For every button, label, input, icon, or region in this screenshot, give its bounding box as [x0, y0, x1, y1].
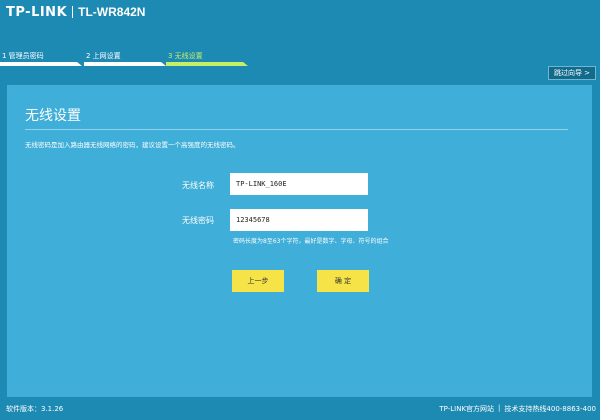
footer-separator: |: [498, 404, 501, 412]
step-internet-settings: 2 上网设置: [84, 50, 166, 68]
official-site-link[interactable]: TP-LINK官方网站: [439, 404, 494, 414]
step-progress-bar: [0, 62, 82, 66]
ssid-label: 无线名称: [182, 181, 214, 190]
step-label: 1 管理员密码: [2, 52, 44, 60]
skip-wizard-button[interactable]: 跳过向导 >: [548, 66, 596, 80]
step-label: 3 无线设置: [168, 52, 203, 60]
tp-link-logo: TP-LINK: [6, 4, 68, 20]
prev-step-button[interactable]: 上一步: [232, 270, 284, 292]
step-label: 2 上网设置: [86, 52, 121, 60]
title-divider: [25, 129, 568, 130]
panel-description: 无线密码是加入路由器无线网络的密码，建议设置一个高强度的无线密码。: [25, 141, 240, 149]
step-progress-bar: [166, 62, 248, 66]
step-admin-password: 1 管理员密码: [0, 50, 82, 68]
support-hotline: 技术支持热线400-8863-400: [504, 405, 596, 413]
ssid-input[interactable]: [230, 173, 368, 195]
password-input[interactable]: [230, 209, 368, 231]
header-separator: [72, 6, 74, 18]
footer-links: TP-LINK官方网站 | 技术支持热线400-8863-400: [439, 404, 596, 414]
footer: 软件版本：3.1.26 TP-LINK官方网站 | 技术支持热线400-8863…: [0, 404, 600, 418]
header: TP-LINK TL-WR842N: [0, 0, 600, 24]
password-label: 无线密码: [182, 216, 214, 225]
model-name: TL-WR842N: [78, 5, 146, 19]
wireless-settings-panel: 无线设置 无线密码是加入路由器无线网络的密码，建议设置一个高强度的无线密码。 无…: [7, 85, 592, 397]
software-version: 软件版本：3.1.26: [6, 405, 64, 413]
password-hint: 密码长度为8至63个字符，最好是数字、字母、符号的组合: [233, 238, 389, 245]
step-progress-bar: [84, 62, 166, 66]
wizard-steps: 1 管理员密码 2 上网设置 3 无线设置: [0, 50, 260, 70]
page-title: 无线设置: [25, 108, 81, 124]
confirm-button[interactable]: 确 定: [317, 270, 369, 292]
step-wireless-settings: 3 无线设置: [166, 50, 248, 68]
